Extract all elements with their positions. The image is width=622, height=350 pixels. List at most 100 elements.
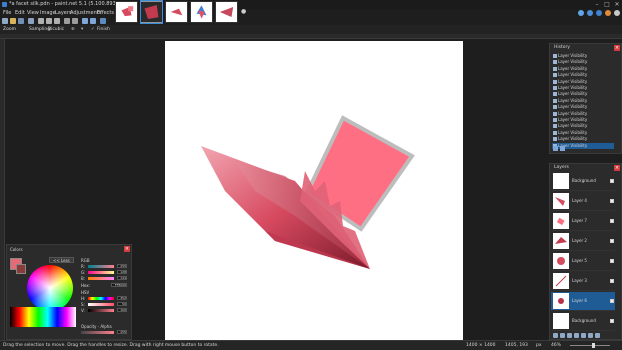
zoom-slider[interactable]	[570, 345, 610, 346]
value-slider[interactable]	[88, 309, 114, 312]
blue-value[interactable]: 144	[117, 276, 127, 280]
new-file-icon[interactable]	[2, 18, 8, 24]
value-value[interactable]: 100	[117, 308, 127, 312]
history-item[interactable]: Layer Visibility	[552, 72, 614, 78]
layer-row[interactable]: Background	[551, 312, 615, 331]
redo-icon[interactable]	[90, 18, 96, 24]
deselect-icon[interactable]	[72, 18, 78, 24]
layer-visibility-checkbox[interactable]	[610, 319, 614, 323]
layer-visibility-checkbox[interactable]	[610, 279, 614, 283]
layer-row[interactable]: Layer 6	[551, 292, 615, 311]
history-item[interactable]: Layer Visibility	[552, 53, 614, 59]
alpha-slider[interactable]	[81, 331, 114, 334]
delete-layer-icon[interactable]	[560, 333, 565, 338]
layer-visibility-checkbox[interactable]	[610, 199, 614, 203]
history-item[interactable]: Layer Visibility	[552, 111, 614, 117]
print-icon[interactable]	[28, 18, 34, 24]
colors-icon[interactable]	[605, 10, 611, 16]
tool-selector[interactable]: Zoom	[3, 25, 16, 34]
history-item[interactable]: Layer Visibility	[552, 79, 614, 85]
move-up-icon[interactable]	[581, 333, 586, 338]
document-tab-4[interactable]	[190, 1, 213, 23]
less-button[interactable]: << Less	[49, 257, 74, 263]
menu-effects[interactable]: Effects	[97, 9, 114, 18]
layer-row[interactable]: Layer 7	[551, 212, 615, 231]
sampling-dropdown[interactable]: Bicubic	[48, 25, 64, 34]
green-value[interactable]: 128	[117, 270, 127, 274]
hex-value[interactable]: FF8090	[111, 283, 127, 287]
layer-row[interactable]: Layer 2	[551, 232, 615, 251]
blue-slider[interactable]	[88, 277, 114, 280]
crop-icon[interactable]	[64, 18, 70, 24]
history-close-button[interactable]: ×	[614, 45, 620, 51]
layers-icon[interactable]	[596, 10, 602, 16]
add-layer-icon[interactable]	[553, 333, 558, 338]
move-down-icon[interactable]	[588, 333, 593, 338]
minimize-button[interactable]: –	[592, 0, 602, 9]
layers-close-button[interactable]: ×	[614, 165, 620, 171]
zoom-slider-handle[interactable]	[592, 343, 595, 348]
layer-visibility-checkbox[interactable]	[610, 259, 614, 263]
maximize-button[interactable]: □	[602, 0, 612, 9]
hue-slider[interactable]	[88, 297, 114, 300]
history-item[interactable]: Layer Visibility	[552, 130, 614, 136]
undo-icon[interactable]	[82, 18, 88, 24]
merge-layer-icon[interactable]	[574, 333, 579, 338]
finish-button[interactable]: Finish	[97, 25, 110, 34]
colors-close-button[interactable]: ×	[124, 246, 130, 252]
save-icon[interactable]	[18, 18, 24, 24]
chevron-down-icon[interactable]: ▾	[81, 25, 83, 34]
copy-icon[interactable]	[46, 18, 52, 24]
menu-edit[interactable]: Edit	[15, 9, 25, 18]
layer-properties-icon[interactable]	[595, 333, 600, 338]
paste-icon[interactable]	[54, 18, 60, 24]
alpha-value[interactable]: 255	[117, 330, 127, 334]
undo-icon[interactable]	[553, 146, 558, 151]
redo-icon[interactable]	[560, 146, 565, 151]
image-canvas[interactable]	[165, 41, 463, 340]
layer-visibility-checkbox[interactable]	[610, 179, 614, 183]
settings-icon[interactable]	[614, 10, 620, 16]
document-tab-2[interactable]	[140, 0, 163, 24]
menu-image[interactable]: Image	[40, 9, 56, 18]
tools-icon[interactable]	[578, 10, 584, 16]
document-tab-5[interactable]	[215, 1, 238, 23]
pick-icon[interactable]: ⊕	[71, 25, 75, 34]
layer-row[interactable]: Background	[551, 172, 615, 191]
red-slider[interactable]	[88, 265, 114, 268]
history-item[interactable]: Layer Visibility	[552, 117, 614, 123]
green-slider[interactable]	[88, 271, 114, 274]
color-wheel[interactable]	[27, 265, 73, 311]
layer-row[interactable]: Layer 5	[551, 252, 615, 271]
history-item[interactable]: Layer Visibility	[552, 123, 614, 129]
history-item[interactable]: Layer Visibility	[552, 59, 614, 65]
history-item[interactable]: Layer Visibility	[552, 104, 614, 110]
layer-visibility-checkbox[interactable]	[610, 239, 614, 243]
layer-row[interactable]: Layer 4	[551, 192, 615, 211]
duplicate-layer-icon[interactable]	[567, 333, 572, 338]
saturation-slider[interactable]	[88, 303, 114, 306]
history-item[interactable]: Layer Visibility	[552, 136, 614, 142]
red-value[interactable]: 255	[117, 264, 127, 268]
history-item[interactable]: Layer Visibility	[552, 98, 614, 104]
palette[interactable]	[10, 307, 76, 327]
menu-view[interactable]: View	[27, 9, 39, 18]
layer-row[interactable]: Layer 3	[551, 272, 615, 291]
unit-selector[interactable]: px	[536, 341, 542, 350]
cut-icon[interactable]	[38, 18, 44, 24]
layer-visibility-checkbox[interactable]	[610, 219, 614, 223]
history-item[interactable]: Layer Visibility	[552, 66, 614, 72]
close-button[interactable]: ✕	[612, 0, 622, 9]
secondary-color-swatch[interactable]	[16, 264, 26, 274]
hue-value[interactable]: 352	[117, 296, 127, 300]
document-tab-1[interactable]	[115, 1, 138, 23]
document-tab-3[interactable]	[165, 1, 188, 23]
open-icon[interactable]	[10, 18, 16, 24]
history-icon[interactable]	[587, 10, 593, 16]
saturation-value[interactable]: 50	[117, 302, 127, 306]
tab-more-icon[interactable]: ●	[241, 8, 246, 15]
history-item[interactable]: Layer Visibility	[552, 85, 614, 91]
history-item[interactable]: Layer Visibility	[552, 91, 614, 97]
layer-visibility-checkbox[interactable]	[610, 299, 614, 303]
menu-file[interactable]: File	[3, 9, 11, 18]
